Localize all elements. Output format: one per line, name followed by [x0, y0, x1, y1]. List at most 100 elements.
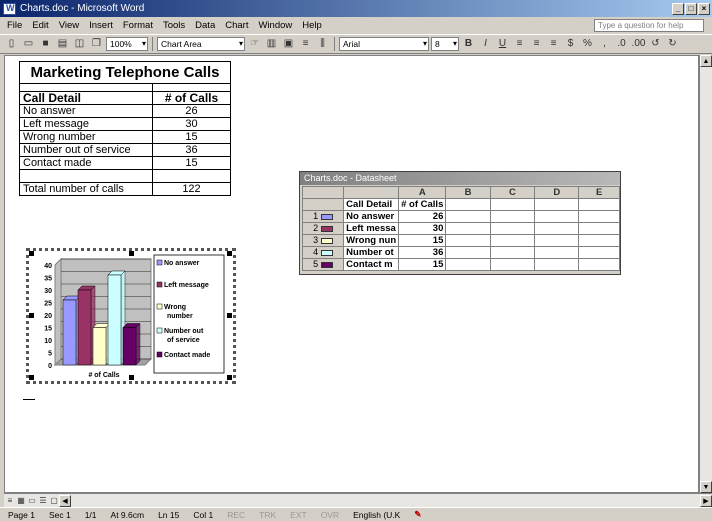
- decrease-decimal-icon[interactable]: .00: [631, 37, 646, 51]
- datasheet-cell[interactable]: [489, 258, 536, 271]
- datasheet-corner[interactable]: [301, 186, 345, 199]
- datasheet-cell[interactable]: [489, 198, 536, 211]
- status-trk[interactable]: TRK: [259, 510, 276, 520]
- menu-insert[interactable]: Insert: [84, 20, 118, 31]
- legend-icon[interactable]: ▣: [281, 37, 296, 51]
- increase-decimal-icon[interactable]: .0: [614, 37, 629, 51]
- datasheet-cell[interactable]: [578, 234, 620, 247]
- datasheet-row-label[interactable]: Left messa: [343, 222, 400, 235]
- outline-view-icon[interactable]: ☰: [38, 496, 48, 506]
- chart-type-icon[interactable]: ▥: [264, 37, 279, 51]
- font-select[interactable]: Arial: [339, 37, 429, 51]
- menu-tools[interactable]: Tools: [158, 20, 190, 31]
- angle-counterclockwise-icon[interactable]: ↺: [648, 37, 663, 51]
- datasheet-cell[interactable]: [489, 222, 536, 235]
- scroll-left-icon[interactable]: ◀: [59, 494, 71, 507]
- datasheet-cell[interactable]: [534, 198, 580, 211]
- datasheet-cell[interactable]: [534, 222, 580, 235]
- menu-view[interactable]: View: [54, 20, 84, 31]
- datasheet-window[interactable]: Charts.doc - Datasheet A B C D E Call De…: [299, 171, 621, 275]
- scroll-down-icon[interactable]: ▼: [700, 481, 712, 493]
- status-ovr[interactable]: OVR: [321, 510, 339, 520]
- datasheet-cell[interactable]: [578, 258, 620, 271]
- datasheet-cell[interactable]: [445, 258, 491, 271]
- scroll-right-icon[interactable]: ▶: [700, 494, 712, 507]
- align-right-icon[interactable]: ≡: [546, 37, 561, 51]
- percent-style-icon[interactable]: %: [580, 37, 595, 51]
- maximize-button[interactable]: □: [685, 2, 697, 15]
- datasheet-row-label[interactable]: Number ot: [343, 246, 400, 259]
- center-icon[interactable]: ≡: [529, 37, 544, 51]
- word-app-icon[interactable]: [3, 2, 16, 15]
- datasheet-cell[interactable]: [534, 258, 580, 271]
- menu-chart[interactable]: Chart: [220, 20, 253, 31]
- datasheet-cell-header-label[interactable]: Call Detail: [343, 198, 400, 211]
- datasheet-cell[interactable]: [534, 210, 580, 223]
- datasheet-cell[interactable]: [534, 246, 580, 259]
- datasheet-cell[interactable]: [489, 234, 536, 247]
- datasheet-cell[interactable]: [445, 198, 491, 211]
- zoom-select[interactable]: 100%: [106, 37, 148, 51]
- menu-file[interactable]: File: [2, 20, 27, 31]
- format-chart-area-icon[interactable]: ☞: [247, 37, 262, 51]
- document-area[interactable]: Marketing Telephone Calls Call Detail # …: [4, 55, 699, 493]
- menu-window[interactable]: Window: [253, 20, 297, 31]
- open-folder-icon[interactable]: ▭: [21, 37, 36, 51]
- status-rec[interactable]: REC: [227, 510, 245, 520]
- datasheet-value-cell[interactable]: 26: [398, 210, 447, 223]
- by-column-icon[interactable]: ⫼: [315, 37, 330, 51]
- save-icon[interactable]: ■: [38, 37, 53, 51]
- datasheet-value-cell[interactable]: 15: [398, 234, 447, 247]
- font-size-select[interactable]: 8: [431, 37, 459, 51]
- underline-icon[interactable]: U: [495, 37, 510, 51]
- datasheet-cell-header-a[interactable]: # of Calls: [398, 198, 447, 211]
- spelling-status-icon[interactable]: ✎: [414, 509, 421, 520]
- datasheet-cell[interactable]: [445, 234, 491, 247]
- chart-objects-select[interactable]: Chart Area: [157, 37, 245, 51]
- currency-style-icon[interactable]: $: [563, 37, 578, 51]
- datasheet-row-header[interactable]: 2: [301, 222, 345, 235]
- datasheet-col-b[interactable]: B: [445, 186, 491, 199]
- datasheet-row-label[interactable]: Contact m: [343, 258, 400, 271]
- datasheet-row-label[interactable]: No answer: [343, 210, 400, 223]
- datasheet-cell[interactable]: [578, 210, 620, 223]
- datasheet-col-a[interactable]: A: [398, 186, 447, 199]
- datasheet-cell[interactable]: [489, 246, 536, 259]
- datasheet-value-cell[interactable]: 30: [398, 222, 447, 235]
- horizontal-scrollbar[interactable]: ≡ ▦ ▭ ☰ ▢ ◀ ▶: [4, 493, 712, 507]
- datasheet-row-label[interactable]: Wrong nun: [343, 234, 400, 247]
- status-ext[interactable]: EXT: [290, 510, 307, 520]
- datasheet-row-header[interactable]: 4: [301, 246, 345, 259]
- datasheet-cell[interactable]: [445, 246, 491, 259]
- datasheet-cell[interactable]: [578, 198, 620, 211]
- menu-format[interactable]: Format: [118, 20, 158, 31]
- angle-clockwise-icon[interactable]: ↻: [665, 37, 680, 51]
- menu-data[interactable]: Data: [190, 20, 220, 31]
- menu-edit[interactable]: Edit: [27, 20, 53, 31]
- scroll-up-icon[interactable]: ▲: [700, 55, 712, 67]
- datasheet-cell[interactable]: [578, 222, 620, 235]
- datasheet-cell[interactable]: [445, 210, 491, 223]
- menu-help[interactable]: Help: [297, 20, 327, 31]
- new-document-icon[interactable]: ▯: [4, 37, 19, 51]
- datasheet-col-e[interactable]: E: [578, 186, 620, 199]
- minimize-button[interactable]: _: [672, 2, 684, 15]
- align-left-icon[interactable]: ≡: [512, 37, 527, 51]
- datasheet-col-d[interactable]: D: [534, 186, 580, 199]
- datasheet-row-header[interactable]: 5: [301, 258, 345, 271]
- datasheet-blank-header[interactable]: [343, 186, 400, 199]
- datasheet-col-c[interactable]: C: [489, 186, 536, 199]
- print-preview-icon[interactable]: ◫: [72, 37, 87, 51]
- datasheet-row-header[interactable]: 3: [301, 234, 345, 247]
- datasheet-cell[interactable]: [578, 246, 620, 259]
- embedded-chart-object[interactable]: 0 5 10 15 20 25 30 35 40 # of Calls No answer Left …: [26, 248, 236, 384]
- datasheet-cell[interactable]: [489, 210, 536, 223]
- comma-style-icon[interactable]: ,: [597, 37, 612, 51]
- datasheet-value-cell[interactable]: 15: [398, 258, 447, 271]
- datasheet-value-cell[interactable]: 36: [398, 246, 447, 259]
- close-button[interactable]: ×: [698, 2, 710, 15]
- vertical-scrollbar[interactable]: ▲ ▼: [699, 55, 712, 493]
- datasheet-header-rowhdr[interactable]: [301, 198, 345, 211]
- normal-view-icon[interactable]: ≡: [5, 496, 15, 506]
- datasheet-grid[interactable]: A B C D E Call Detail # of Calls 1 No an…: [301, 186, 620, 271]
